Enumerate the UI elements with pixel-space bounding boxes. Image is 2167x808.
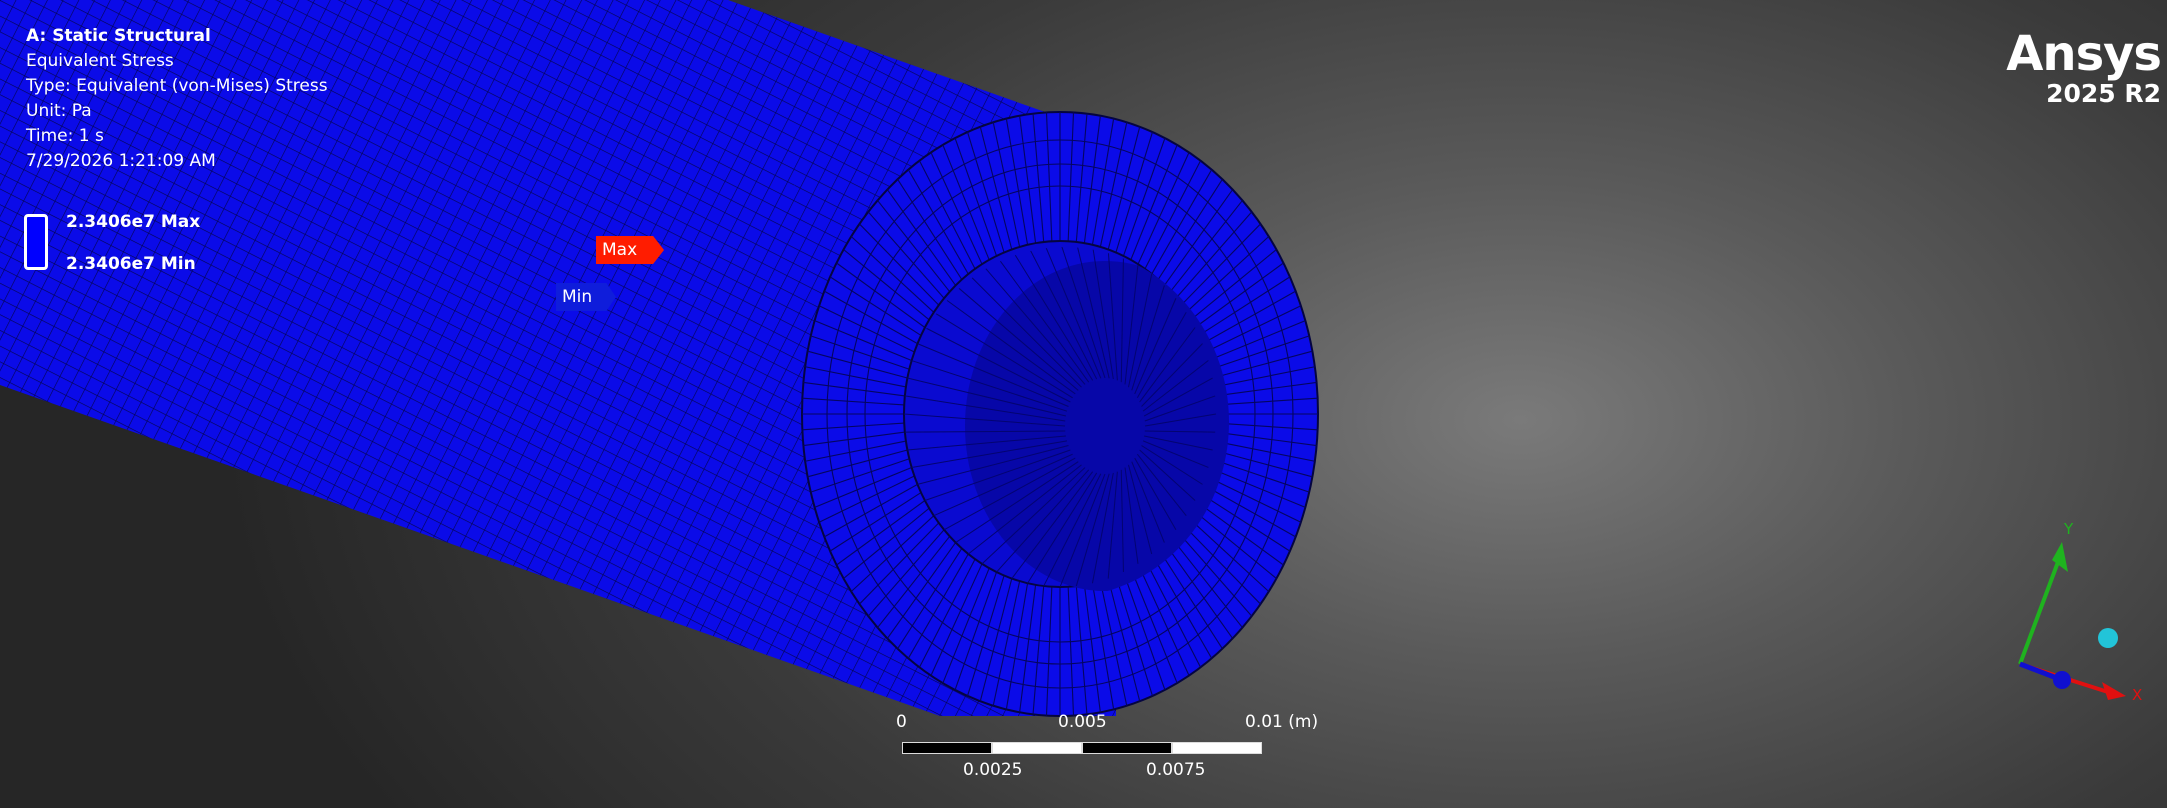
- scale-segment-4: [1172, 742, 1262, 754]
- scale-segment-3: [1082, 742, 1172, 754]
- max-probe-label[interactable]: Max: [596, 236, 664, 264]
- scale-label-00075: 0.0075: [1146, 760, 1206, 780]
- scale-segment-1: [902, 742, 992, 754]
- pipe-end-face: [801, 111, 1319, 717]
- result-info-panel: A: Static Structural Equivalent Stress T…: [26, 24, 328, 174]
- logo-brand: Ansys: [2006, 26, 2162, 82]
- scale-label-001: 0.01 (m): [1245, 712, 1319, 732]
- triad-x-label: X: [2132, 686, 2143, 704]
- legend-color-swatch[interactable]: [24, 214, 48, 270]
- min-probe-label[interactable]: Min: [556, 283, 616, 311]
- result-timestamp: 7/29/2026 1:21:09 AM: [26, 151, 216, 171]
- result-unit: Unit: Pa: [26, 101, 92, 121]
- scale-segment-2: [992, 742, 1082, 754]
- logo-version: 2025 R2: [2046, 79, 2161, 108]
- legend-max-label: 2.3406e7 Max: [66, 212, 201, 232]
- analysis-title: A: Static Structural: [26, 26, 211, 46]
- color-legend[interactable]: 2.3406e7 Max 2.3406e7 Min: [24, 212, 324, 282]
- ansys-logo: Ansys 2025 R2: [2006, 26, 2162, 108]
- scale-ruler: 0 0.005 0.01 (m) 0.0025 0.0075: [880, 712, 1318, 802]
- graphics-viewport[interactable]: A: Static Structural Equivalent Stress T…: [0, 0, 2167, 808]
- result-name: Equivalent Stress: [26, 51, 174, 71]
- triad-y-label: Y: [2064, 520, 2074, 538]
- axis-triad[interactable]: Y X: [1990, 520, 2167, 720]
- scale-label-0: 0: [896, 712, 907, 732]
- scale-label-0005: 0.005: [1058, 712, 1107, 732]
- scale-label-00025: 0.0025: [963, 760, 1023, 780]
- legend-min-label: 2.3406e7 Min: [66, 254, 196, 274]
- result-type: Type: Equivalent (von-Mises) Stress: [26, 76, 328, 96]
- result-time: Time: 1 s: [26, 126, 104, 146]
